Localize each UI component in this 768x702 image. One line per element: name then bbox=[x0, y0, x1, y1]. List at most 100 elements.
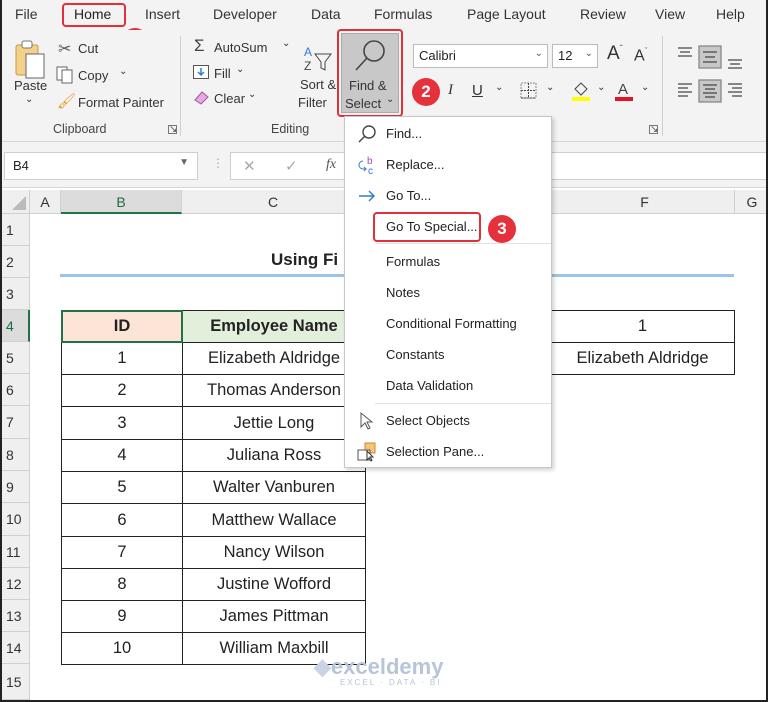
row-header-10[interactable]: 10 bbox=[2, 503, 30, 536]
menu-item-formulas[interactable]: Formulas bbox=[345, 248, 551, 276]
enter-icon[interactable]: ✓ bbox=[285, 157, 298, 175]
row-header-1[interactable]: 1 bbox=[2, 214, 30, 246]
tab-help[interactable]: Help bbox=[716, 6, 745, 22]
autosum-button[interactable]: AutoSum bbox=[214, 40, 267, 55]
chevron-down-icon[interactable]: ⌄ bbox=[546, 82, 554, 93]
row-header-2[interactable]: 2 bbox=[2, 246, 30, 278]
format-painter-button[interactable]: Format Painter bbox=[78, 95, 164, 110]
table-row-name[interactable]: Jettie Long bbox=[182, 406, 366, 440]
fill-button[interactable]: Fill bbox=[214, 66, 231, 81]
clipboard-launcher-icon[interactable]: ↘ bbox=[168, 125, 177, 135]
underline-button[interactable]: U bbox=[472, 82, 483, 99]
borders-icon[interactable] bbox=[520, 82, 538, 100]
copy-button[interactable]: Copy bbox=[78, 68, 108, 83]
row-header-4[interactable]: 4 bbox=[2, 310, 30, 342]
menu-item-selection-pane[interactable]: Selection Pane... bbox=[345, 438, 551, 466]
sheet-title: Using Fi bbox=[271, 250, 339, 269]
svg-text:c: c bbox=[368, 166, 373, 175]
table-row-id[interactable]: 10 bbox=[61, 632, 183, 665]
row-header-14[interactable]: 14 bbox=[2, 632, 30, 664]
table-row-id[interactable]: 7 bbox=[61, 536, 183, 569]
table-row-name[interactable]: Justine Wofford bbox=[182, 568, 366, 601]
menu-item-select-objects[interactable]: Select Objects bbox=[345, 407, 551, 435]
table-row-name[interactable]: Juliana Ross bbox=[182, 439, 366, 472]
font-color-icon[interactable]: A bbox=[614, 79, 634, 103]
menu-item-find[interactable]: Find... bbox=[345, 120, 551, 148]
tab-formulas[interactable]: Formulas bbox=[374, 6, 432, 22]
menu-item-data-validation[interactable]: Data Validation bbox=[345, 372, 551, 400]
table-row-id[interactable]: 3 bbox=[61, 406, 183, 440]
cell-f4[interactable]: 1 bbox=[550, 310, 735, 343]
chevron-down-icon[interactable]: ⌄ bbox=[585, 48, 593, 59]
tab-insert[interactable]: Insert bbox=[145, 6, 180, 22]
chevron-down-icon[interactable]: ▼ bbox=[179, 157, 189, 168]
table-row-id[interactable]: 1 bbox=[61, 342, 183, 375]
tab-developer[interactable]: Developer bbox=[213, 6, 277, 22]
header-cell-employee-name[interactable]: Employee Name bbox=[182, 310, 366, 343]
menu-item-constants[interactable]: Constants bbox=[345, 341, 551, 369]
cancel-icon[interactable]: ✕ bbox=[243, 157, 256, 175]
font-launcher-icon[interactable]: ↘ bbox=[649, 125, 658, 135]
table-row-name[interactable]: Matthew Wallace bbox=[182, 503, 366, 537]
increase-font-size-button[interactable]: Aˆ bbox=[607, 43, 623, 65]
table-row-id[interactable]: 8 bbox=[61, 568, 183, 601]
chevron-down-icon[interactable]: ⌄ bbox=[597, 82, 605, 93]
column-header-g[interactable]: G bbox=[735, 190, 766, 214]
row-header-13[interactable]: 13 bbox=[2, 600, 30, 632]
table-row-id[interactable]: 6 bbox=[61, 503, 183, 537]
decrease-font-size-button[interactable]: Aˇ bbox=[634, 46, 648, 65]
tab-review[interactable]: Review bbox=[580, 6, 626, 22]
font-name-combo[interactable]: Calibri ⌄ bbox=[413, 44, 548, 68]
insert-function-icon[interactable]: fx bbox=[326, 157, 336, 173]
chevron-down-icon[interactable]: ⌄ bbox=[535, 48, 543, 59]
chevron-down-icon[interactable]: ⌄ bbox=[119, 66, 127, 77]
menu-item-notes[interactable]: Notes bbox=[345, 279, 551, 307]
chevron-down-icon[interactable]: ⌄ bbox=[236, 64, 244, 75]
tab-file[interactable]: File bbox=[15, 6, 38, 22]
row-header-11[interactable]: 11 bbox=[2, 536, 30, 568]
name-box[interactable]: B4 ▼ bbox=[4, 152, 198, 180]
table-row-id[interactable]: 5 bbox=[61, 471, 183, 504]
column-header-b[interactable]: B bbox=[61, 190, 182, 214]
menu-item-replace[interactable]: bc Replace... bbox=[345, 151, 551, 179]
table-row-name[interactable]: Nancy Wilson bbox=[182, 536, 366, 569]
chevron-down-icon[interactable]: ⌄ bbox=[248, 89, 256, 100]
cell-f5[interactable]: Elizabeth Aldridge bbox=[550, 342, 735, 375]
row-header-12[interactable]: 12 bbox=[2, 568, 30, 600]
select-all-corner[interactable] bbox=[2, 190, 30, 214]
fill-color-icon[interactable] bbox=[571, 79, 591, 103]
table-row-name[interactable]: James Pittman bbox=[182, 600, 366, 633]
row-header-15[interactable]: 15 bbox=[2, 664, 30, 700]
chevron-down-icon[interactable]: ⌄ bbox=[641, 82, 649, 93]
table-row-id[interactable]: 9 bbox=[61, 600, 183, 633]
font-size-combo[interactable]: 12 ⌄ bbox=[552, 44, 598, 68]
tab-data[interactable]: Data bbox=[311, 6, 341, 22]
cut-button[interactable]: Cut bbox=[78, 41, 98, 56]
tab-view[interactable]: View bbox=[655, 6, 685, 22]
menu-item-go-to[interactable]: Go To... bbox=[345, 182, 551, 210]
chevron-down-icon[interactable]: ⌄ bbox=[282, 38, 290, 49]
alignment-group bbox=[678, 45, 742, 103]
tab-page-layout[interactable]: Page Layout bbox=[467, 6, 546, 22]
row-header-6[interactable]: 6 bbox=[2, 374, 30, 406]
row-header-8[interactable]: 8 bbox=[2, 439, 30, 471]
paste-icon bbox=[15, 40, 45, 79]
row-header-7[interactable]: 7 bbox=[2, 406, 30, 439]
table-row-name[interactable]: Thomas Anderson bbox=[182, 374, 366, 407]
drag-handle-icon[interactable]: ⋮ bbox=[212, 156, 224, 170]
chevron-down-icon[interactable]: ⌄ bbox=[495, 82, 503, 93]
header-cell-id[interactable]: ID bbox=[61, 310, 183, 343]
italic-button[interactable]: I bbox=[448, 82, 453, 99]
table-row-name[interactable]: Elizabeth Aldridge bbox=[182, 342, 366, 375]
clear-button[interactable]: Clear bbox=[214, 91, 245, 106]
column-header-a[interactable]: A bbox=[30, 190, 61, 214]
table-row-id[interactable]: 4 bbox=[61, 439, 183, 472]
column-header-c[interactable]: C bbox=[182, 190, 365, 214]
row-header-3[interactable]: 3 bbox=[2, 278, 30, 310]
row-header-5[interactable]: 5 bbox=[2, 342, 30, 374]
search-icon bbox=[358, 125, 376, 143]
row-header-9[interactable]: 9 bbox=[2, 471, 30, 503]
menu-item-conditional-formatting[interactable]: Conditional Formatting bbox=[345, 310, 551, 338]
table-row-id[interactable]: 2 bbox=[61, 374, 183, 407]
table-row-name[interactable]: Walter Vanburen bbox=[182, 471, 366, 504]
